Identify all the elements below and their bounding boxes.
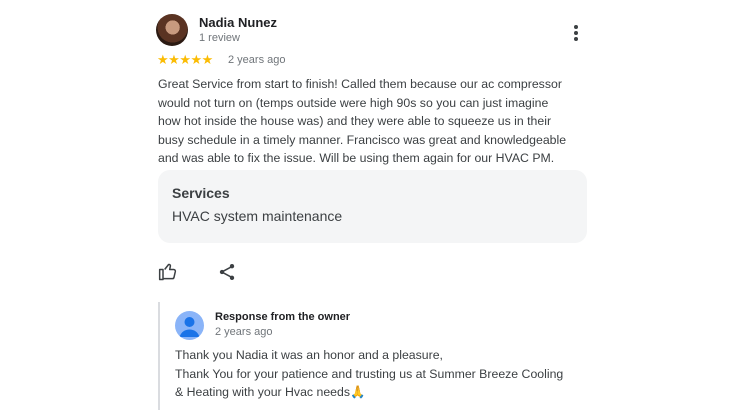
review-line: Great Service from start to finish! Call… bbox=[158, 77, 562, 91]
praying-hands-icon: 🙏 bbox=[349, 385, 366, 399]
services-value: HVAC system maintenance bbox=[172, 208, 343, 224]
review-text: Great Service from start to finish! Call… bbox=[158, 75, 598, 168]
owner-response-date: 2 years ago bbox=[215, 326, 273, 338]
response-line: & Heating with your Hvac needs bbox=[175, 385, 350, 399]
star-icon: ★ bbox=[157, 52, 169, 67]
more-vert-icon bbox=[566, 22, 586, 41]
services-title: Services bbox=[172, 185, 230, 201]
owner-response-title: Response from the owner bbox=[215, 311, 351, 323]
star-rating: ★★★★★ bbox=[157, 52, 213, 68]
owner-response-text: Thank you Nadia it was an honor and a pl… bbox=[175, 346, 595, 402]
review-date: 2 years ago bbox=[228, 54, 286, 66]
reviewer-name[interactable]: Nadia Nunez bbox=[199, 15, 277, 30]
review-line: and was able to fix the issue. Will be u… bbox=[158, 151, 555, 165]
star-icon: ★ bbox=[168, 52, 180, 67]
star-icon: ★ bbox=[179, 52, 191, 67]
review-line: would not turn on (temps outside were hi… bbox=[158, 95, 549, 110]
review-count: 1 review bbox=[199, 32, 240, 44]
star-icon: ★ bbox=[190, 52, 202, 67]
like-button[interactable] bbox=[158, 262, 178, 282]
services-card: Services HVAC system maintenance bbox=[158, 170, 587, 243]
response-line: Thank You for your patience and trusting… bbox=[175, 366, 564, 381]
response-line-last: & Heating with your Hvac needs🙏 bbox=[175, 383, 595, 402]
review-line: how hot inside the house was) and they w… bbox=[158, 114, 552, 128]
review-line: busy schedule in a timely manner. Franci… bbox=[158, 132, 567, 147]
star-icon: ★ bbox=[201, 52, 214, 67]
response-line: Thank you Nadia it was an honor and a pl… bbox=[175, 348, 443, 362]
share-button[interactable] bbox=[217, 262, 237, 282]
thumbs-up-icon bbox=[158, 263, 177, 281]
reviewer-avatar[interactable] bbox=[156, 14, 188, 46]
more-options-button[interactable] bbox=[566, 22, 586, 42]
response-divider bbox=[158, 302, 160, 410]
person-icon bbox=[179, 317, 200, 337]
share-icon bbox=[219, 264, 235, 280]
owner-avatar bbox=[175, 311, 204, 340]
